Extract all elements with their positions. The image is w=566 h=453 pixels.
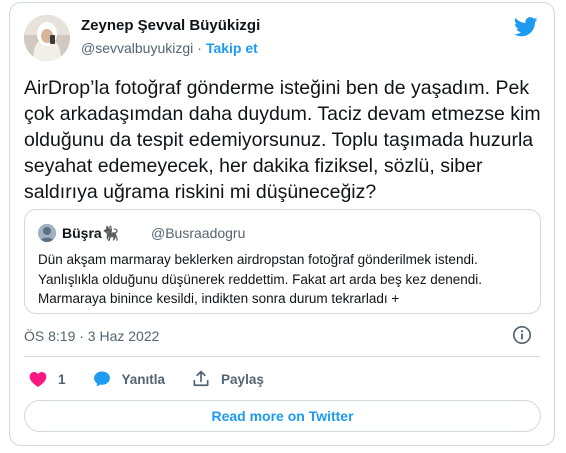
quoted-text-line: Yanlışlıkla olduğunu düşünerek reddettim… (38, 271, 483, 287)
divider (24, 356, 540, 357)
black-cat-emoji: 🐈‍⬛ (101, 225, 120, 241)
quoted-author-handle: @Busraadogru (151, 225, 246, 241)
quoted-tweet-text: Dün akşam marmaray beklerken airdropstan… (38, 250, 533, 309)
reply-label: Yanıtla (121, 371, 166, 387)
separator-dot: · (197, 40, 202, 56)
follow-link[interactable]: Takip et (206, 40, 258, 56)
quoted-author-name-text: Büşra (62, 225, 102, 241)
reply-bubble-icon (93, 371, 110, 387)
tweet-actions: 1 Yanıtla Paylaş (28, 369, 290, 389)
quoted-author-name: Büşra🐈‍⬛ (62, 225, 119, 242)
tweet-timestamp[interactable]: ÖS 8:19 · 3 Haz 2022 (24, 328, 159, 344)
quoted-text-line: Marmaraya binince kesildi, indikten sonr… (38, 291, 400, 306)
twitter-bird-icon[interactable] (514, 17, 538, 37)
tweet-text: AirDrop’la fotoğraf gönderme isteğini be… (24, 77, 541, 203)
embedded-tweet-card[interactable]: Zeynep Şevval Büyükizgi @sevvalbuyukizgi… (9, 2, 555, 446)
quoted-author-avatar (38, 224, 56, 242)
share-label: Paylaş (221, 371, 264, 387)
like-button[interactable]: 1 (28, 369, 66, 389)
like-count: 1 (58, 371, 66, 387)
share-button[interactable]: Paylaş (191, 369, 264, 389)
quoted-text-line: Dün akşam marmaray beklerken airdropstan… (38, 252, 478, 267)
quoted-tweet[interactable]: Büşra🐈‍⬛ @Busraadogru Dün akşam marmaray… (24, 209, 541, 314)
reply-button[interactable]: Yanıtla (92, 369, 166, 389)
info-icon[interactable] (512, 325, 532, 345)
author-handle-line: @sevvalbuyukizgi · Takip et (81, 40, 258, 56)
author-avatar[interactable] (24, 15, 70, 61)
heart-icon (29, 372, 47, 387)
read-more-button[interactable]: Read more on Twitter (24, 400, 541, 432)
author-name[interactable]: Zeynep Şevval Büyükizgi (81, 17, 260, 34)
share-icon (193, 370, 209, 387)
author-handle[interactable]: @sevvalbuyukizgi (81, 40, 193, 56)
